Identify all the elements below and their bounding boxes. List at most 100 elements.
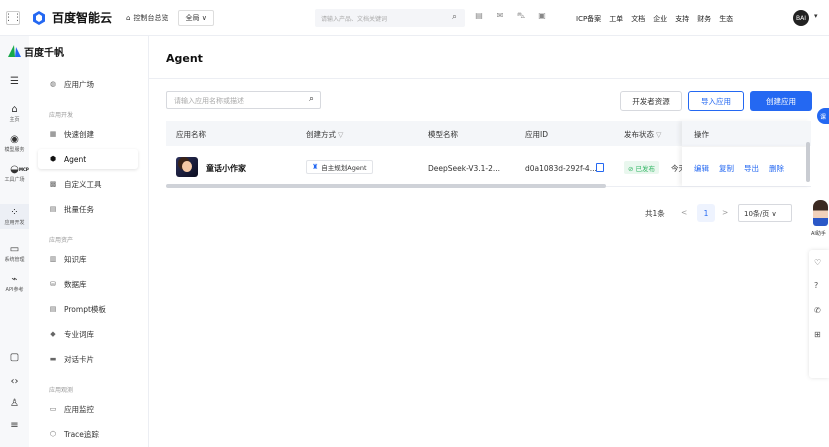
cart-icon[interactable]: ⛍: [516, 11, 526, 21]
create-app-button[interactable]: 创建应用: [750, 91, 812, 111]
apps-grid-icon[interactable]: ⋮⋮: [4, 10, 22, 25]
home-icon: ⌂: [126, 13, 131, 22]
monitor-icon: ▭: [49, 405, 57, 413]
sidebar-item-database[interactable]: ⛁ 数据库: [38, 274, 138, 294]
model-name: DeepSeek-V3.1-2...: [428, 164, 501, 173]
rail-item-api[interactable]: ⌁ API参考: [0, 274, 29, 293]
avatar[interactable]: BAI: [793, 10, 809, 26]
copy-link[interactable]: 复制: [719, 163, 734, 174]
main-divider: [148, 36, 149, 447]
th-create-mode: 创建方式 ▽: [306, 129, 343, 140]
sidebar-item-label: 快速创建: [64, 129, 94, 139]
horizontal-scrollbar[interactable]: [166, 184, 606, 188]
icon-rail: ☰ ⌂ 主页 ◉ 模型服务 ◒ 工具广场 ⁘ 应用开发 ▭ 系统管理 ⌁ API参考 ▢ ‹…: [0, 36, 29, 447]
top-icon-group: ▤ ✉ ⛍ ▣: [474, 11, 547, 21]
message-icon[interactable]: ✉: [495, 11, 505, 21]
help-icon[interactable]: ?: [814, 281, 818, 290]
sidebar-item-label: 应用广场: [64, 79, 94, 89]
filter-icon[interactable]: ▽: [338, 131, 343, 139]
rail-item-home[interactable]: ⌂ 主页: [0, 104, 29, 123]
search-icon[interactable]: ⌕: [452, 12, 457, 22]
chevron-down-icon[interactable]: ▾: [814, 12, 818, 20]
developer-resources-button[interactable]: 开发者资源: [620, 91, 682, 111]
sidebar-item-dialog-cards[interactable]: ▬ 对话卡片: [38, 349, 138, 369]
system-icon: ▭: [9, 244, 20, 255]
sidebar-item-knowledge[interactable]: ▥ 知识库: [38, 249, 138, 269]
copy-icon[interactable]: [596, 163, 604, 172]
pager-page-1[interactable]: 1: [697, 204, 715, 222]
sidebar-item-agent[interactable]: ⬢ Agent: [38, 149, 138, 169]
filter-icon[interactable]: ▽: [656, 131, 661, 139]
rail-code[interactable]: ‹›: [0, 376, 29, 388]
rail-item-system[interactable]: ▭ 系统管理: [0, 244, 29, 263]
top-link-support[interactable]: 支持: [675, 14, 689, 24]
users-icon: ♙: [10, 398, 19, 409]
table-row[interactable]: 童话小作家 ♜ 自主规划Agent DeepSeek-V3.1-2... d0a…: [166, 147, 811, 187]
qianfan-logo-icon: [8, 45, 21, 57]
rail-label: API参考: [5, 287, 24, 293]
rail-collapse[interactable]: ≡: [0, 420, 29, 432]
top-link-finance[interactable]: 财务: [697, 14, 711, 24]
heart-icon[interactable]: ♡: [814, 258, 821, 267]
brand-name[interactable]: 百度智能云: [52, 9, 112, 26]
import-app-button[interactable]: 导入应用: [688, 91, 744, 111]
floating-course-button[interactable]: 课: [817, 108, 829, 124]
pager-total: 共1条: [645, 209, 665, 218]
top-link-ticket[interactable]: 工单: [609, 14, 623, 24]
th-ops: 操作: [682, 121, 811, 146]
sidebar-item-monitoring[interactable]: ▭ 应用监控: [38, 399, 138, 419]
sidebar-item-batch-tasks[interactable]: ▤ 批量任务: [38, 199, 138, 219]
top-link-icp[interactable]: ICP备案: [576, 14, 601, 24]
sidebar-item-label: 应用监控: [64, 404, 94, 414]
region-select[interactable]: 全局 ∨: [178, 9, 214, 26]
top-link-ecosystem[interactable]: 生态: [719, 14, 733, 24]
rail-menu[interactable]: ☰: [0, 76, 29, 88]
th-label: 发布状态: [624, 130, 654, 139]
knowledge-icon: ▥: [49, 255, 57, 263]
billing-icon[interactable]: ▣: [537, 11, 547, 21]
edit-link[interactable]: 编辑: [694, 163, 709, 174]
document-icon[interactable]: ▤: [474, 11, 484, 21]
sidebar-item-label: 自定义工具: [64, 179, 102, 189]
pager-prev-icon[interactable]: <: [681, 208, 687, 217]
search-icon[interactable]: ⌕: [309, 94, 314, 104]
pager-next-icon[interactable]: >: [722, 208, 728, 217]
vertical-scrollbar[interactable]: [806, 142, 810, 182]
top-link-docs[interactable]: 文档: [631, 14, 645, 24]
code-icon: ‹›: [10, 376, 19, 387]
top-link-enterprise[interactable]: 企业: [653, 14, 667, 24]
app-dev-icon: ⁘: [10, 207, 19, 218]
sidebar-item-label: Prompt模板: [64, 304, 106, 314]
rail-item-model-service[interactable]: ◉ 模型服务: [0, 134, 29, 153]
console-label: 控制台总览: [133, 13, 169, 22]
page-size-select[interactable]: 10条/页 ∨: [738, 204, 792, 222]
delete-link[interactable]: 删除: [769, 163, 784, 174]
app-name[interactable]: 童话小作家: [206, 163, 246, 174]
console-overview-link[interactable]: ⌂ 控制台总览: [126, 13, 168, 23]
app-search-input[interactable]: 请输入应用名称或描述 ⌕: [166, 91, 321, 109]
sidebar-item-trace[interactable]: ⬡ Trace追踪: [38, 424, 138, 444]
export-link[interactable]: 导出: [744, 163, 759, 174]
rail-users[interactable]: ♙: [0, 398, 29, 410]
agent-mode-icon: ♜: [312, 163, 319, 171]
global-search-input[interactable]: 请输入产品、文档关键词 ⌕: [315, 9, 465, 27]
baidu-cloud-logo-icon[interactable]: [30, 9, 48, 27]
mcp-badge: MCP: [19, 167, 29, 172]
sidebar-item-label: 知识库: [64, 254, 87, 264]
grid-icon[interactable]: ⊞: [814, 330, 821, 339]
floating-toolbar: ♡ ? ✆ ⊞: [809, 250, 829, 378]
status-badge: ⊘ 已发布: [624, 161, 660, 174]
sidebar-item-custom-tools[interactable]: ▩ 自定义工具: [38, 174, 138, 194]
sidebar-item-quick-create[interactable]: ▦ 快速创建: [38, 124, 138, 144]
sidebar-item-glossary[interactable]: ◆ 专业词库: [38, 324, 138, 344]
home-icon: ⌂: [11, 104, 18, 115]
prompt-icon: ▤: [49, 305, 57, 313]
ai-assistant-button[interactable]: AI助手: [810, 200, 829, 240]
th-app-name: 应用名称: [176, 130, 206, 139]
sidebar-item-app-square[interactable]: ◍ 应用广场: [38, 74, 138, 94]
sidebar-group-label: 应用开发: [49, 112, 74, 119]
sidebar-item-prompt[interactable]: ▤ Prompt模板: [38, 299, 138, 319]
phone-icon[interactable]: ✆: [814, 306, 821, 315]
rail-item-app-dev[interactable]: ⁘ 应用开发: [0, 204, 29, 229]
rail-doc[interactable]: ▢: [0, 352, 29, 364]
